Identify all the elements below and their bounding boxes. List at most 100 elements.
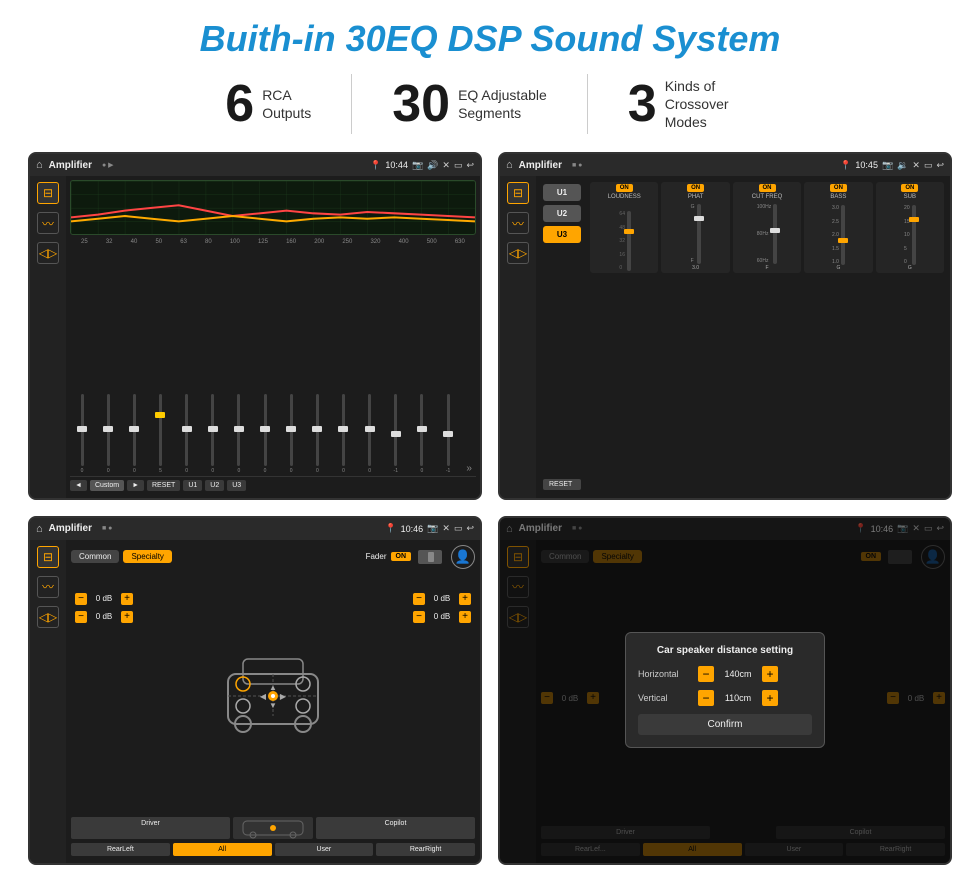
eq-slider-track-3 [133, 394, 136, 466]
eq-topbar-icons: 📍 10:44 📷 🔊 ✕ ▭ ↩ [370, 160, 474, 171]
dialog-title: Car speaker distance setting [638, 645, 812, 656]
cross-fader-slider[interactable] [418, 550, 442, 564]
eq-sidebar-wave-icon[interactable]: 〰 [37, 212, 59, 234]
amp-sidebar-wave-icon[interactable]: 〰 [507, 212, 529, 234]
eq-sidebar-eq-icon[interactable]: ⊟ [37, 182, 59, 204]
eq-slider-10[interactable]: 0 [305, 394, 329, 474]
eq-slider-13[interactable]: -1 [384, 394, 408, 474]
svg-text:▲: ▲ [269, 683, 277, 692]
eq-slider-4[interactable]: 5 [148, 394, 172, 474]
cross-db-tr-plus[interactable]: + [459, 593, 471, 605]
eq-u3-btn[interactable]: U3 [227, 480, 246, 491]
page-title: Buith-in 30EQ DSP Sound System [28, 18, 952, 60]
eq-slider-track-7 [237, 394, 240, 466]
eq-slider-3[interactable]: 0 [122, 394, 146, 474]
eq-slider-thumb-15 [443, 431, 453, 437]
cross-db-tl-minus[interactable]: − [75, 593, 87, 605]
cross-db-tr-minus[interactable]: − [413, 593, 425, 605]
amp-u1-btn[interactable]: U1 [543, 184, 581, 201]
eq-slider-track-2 [107, 394, 110, 466]
eq-slider-15[interactable]: -1 [436, 394, 460, 474]
freq-40: 40 [131, 239, 138, 245]
cross-sidebar-expand-icon[interactable]: ◁▷ [37, 606, 59, 628]
amp-ch-cutfreq-on[interactable]: ON [759, 184, 776, 192]
eq-u2-btn[interactable]: U2 [205, 480, 224, 491]
amp-ch-sub-on[interactable]: ON [901, 184, 918, 192]
eq-main: 25 32 40 50 63 80 100 125 160 200 250 32… [66, 176, 480, 498]
amp-ch-sub-slider[interactable] [912, 205, 916, 265]
cross-topbar-icons: 📍 10:46 📷 ✕ ▭ ↩ [385, 523, 474, 534]
eq-reset-btn[interactable]: RESET [147, 480, 180, 491]
eq-content: ⊟ 〰 ◁▷ [30, 176, 480, 498]
eq-slider-thumb-7 [234, 426, 244, 432]
dialog-horizontal-plus[interactable]: + [762, 666, 778, 682]
amp-ch-bass-on[interactable]: ON [830, 184, 847, 192]
cross-db-bl-minus[interactable]: − [75, 611, 87, 623]
eq-sidebar-speaker-icon[interactable]: ◁▷ [37, 242, 59, 264]
eq-custom-btn[interactable]: Custom [90, 480, 124, 491]
cross-db-br-plus[interactable]: + [459, 611, 471, 623]
eq-prev-btn[interactable]: ◄ [70, 480, 87, 491]
eq-topbar: ⌂ Amplifier ● ▶ 📍 10:44 📷 🔊 ✕ ▭ ↩ [30, 154, 480, 176]
cross-rearright-btn[interactable]: RearRight [376, 843, 475, 856]
cross-fader-on[interactable]: ON [391, 552, 412, 561]
cross-db-br-minus[interactable]: − [413, 611, 425, 623]
amp-reset-btn[interactable]: RESET [543, 479, 581, 490]
car-svg: ◀ ▶ ▲ ▼ [208, 644, 338, 744]
amp-ch-bass-slider[interactable] [841, 205, 845, 265]
eq-slider-7[interactable]: 0 [227, 394, 251, 474]
amp-ch-loudness-slider[interactable] [627, 211, 631, 271]
cross-sidebar-eq-icon[interactable]: ⊟ [37, 546, 59, 568]
amp-sidebar-speaker-icon[interactable]: ◁▷ [507, 242, 529, 264]
svg-text:◀: ◀ [260, 692, 267, 701]
amp-volume-icon: 🔉 [897, 160, 908, 171]
amp-location-icon: 📍 [840, 160, 851, 171]
eq-slider-1[interactable]: 0 [70, 394, 94, 474]
eq-slider-track-15 [447, 394, 450, 466]
stat-rca-label: RCAOutputs [262, 86, 311, 122]
dialog-vertical-plus[interactable]: + [762, 690, 778, 706]
dialog-horizontal-minus[interactable]: − [698, 666, 714, 682]
cross-copilot-btn[interactable]: Copilot [316, 817, 475, 839]
eq-slider-14[interactable]: 0 [410, 394, 434, 474]
dialog-vertical-minus[interactable]: − [698, 690, 714, 706]
cross-person-icon[interactable]: 👤 [451, 545, 475, 569]
eq-u1-btn[interactable]: U1 [183, 480, 202, 491]
eq-slider-2[interactable]: 0 [96, 394, 120, 474]
amp-u2-btn[interactable]: U2 [543, 205, 581, 222]
eq-slider-9[interactable]: 0 [279, 394, 303, 474]
cross-tab-common[interactable]: Common [71, 550, 119, 563]
freq-630: 630 [455, 239, 465, 245]
eq-slider-thumb-5 [182, 426, 192, 432]
cross-rearleft-btn[interactable]: RearLeft [71, 843, 170, 856]
amp-ch-phat-slider[interactable] [697, 204, 701, 264]
amp-ch-loudness-on[interactable]: ON [616, 184, 633, 192]
cross-sidebar-wave-icon[interactable]: 〰 [37, 576, 59, 598]
amp-home-icon[interactable]: ⌂ [506, 159, 513, 171]
eq-more-icon[interactable]: » [462, 463, 476, 474]
eq-slider-11[interactable]: 0 [331, 394, 355, 474]
eq-next-btn[interactable]: ► [127, 480, 144, 491]
cross-db-bl-plus[interactable]: + [121, 611, 133, 623]
amp-ch-cutfreq-slider[interactable] [773, 204, 777, 264]
stat-crossover-number: 3 [628, 78, 657, 130]
cross-all-btn[interactable]: All [173, 843, 272, 856]
cross-tab-specialty[interactable]: Specialty [123, 550, 171, 563]
cross-user-btn[interactable]: User [275, 843, 374, 856]
eq-slider-6[interactable]: 0 [201, 394, 225, 474]
home-icon[interactable]: ⌂ [36, 159, 43, 171]
eq-slider-5[interactable]: 0 [175, 394, 199, 474]
freq-25: 25 [81, 239, 88, 245]
eq-slider-8[interactable]: 0 [253, 394, 277, 474]
confirm-button[interactable]: Confirm [638, 714, 812, 735]
eq-topbar-dots: ● ▶ [102, 161, 114, 169]
amp-u3-btn[interactable]: U3 [543, 226, 581, 243]
cross-home-icon[interactable]: ⌂ [36, 523, 43, 535]
amp-topbar-icons: 📍 10:45 📷 🔉 ✕ ▭ ↩ [840, 160, 944, 171]
eq-slider-track-5 [185, 394, 188, 466]
cross-driver-btn[interactable]: Driver [71, 817, 230, 839]
amp-sidebar-eq-icon[interactable]: ⊟ [507, 182, 529, 204]
eq-slider-12[interactable]: 0 [358, 394, 382, 474]
amp-ch-phat-on[interactable]: ON [687, 184, 704, 192]
cross-db-tl-plus[interactable]: + [121, 593, 133, 605]
